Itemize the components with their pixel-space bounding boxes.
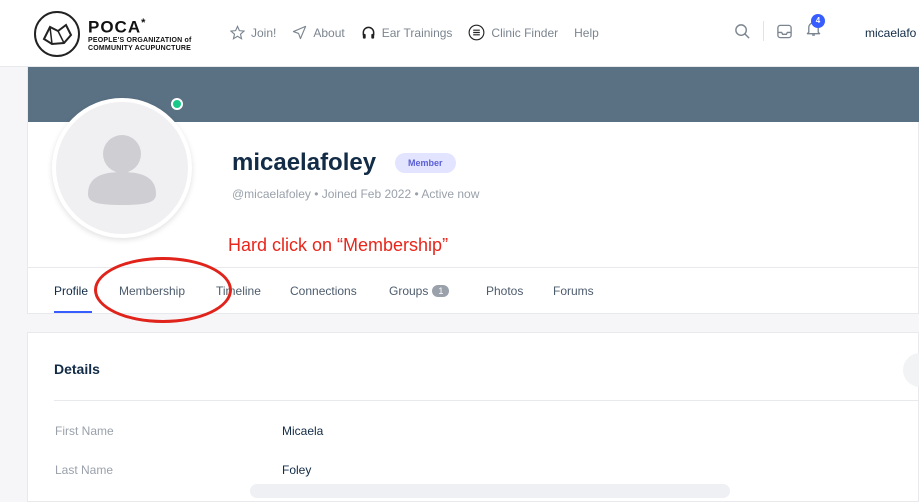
header-actions: 4 xyxy=(734,14,825,42)
nav-ear-trainings-label: Ear Trainings xyxy=(381,25,453,40)
tab-connections[interactable]: Connections xyxy=(290,284,357,298)
send-icon xyxy=(293,25,307,40)
main-nav: Join! About Ear Trainings Clinic Finder … xyxy=(230,24,615,41)
tab-groups[interactable]: Groups 1 xyxy=(389,284,450,298)
headphones-icon xyxy=(362,26,375,39)
header-divider xyxy=(763,21,764,41)
poca-logo-icon[interactable] xyxy=(34,11,80,57)
groups-count-badge: 1 xyxy=(432,285,450,297)
last-name-label: Last Name xyxy=(55,463,114,477)
logo-main-text: POCA xyxy=(88,17,142,37)
logo-subtitle-1: PEOPLE'S ORGANIZATION of xyxy=(88,36,192,44)
user-silhouette-icon xyxy=(88,135,156,205)
last-name-value: Foley xyxy=(282,463,312,477)
profile-card: micaelafoley Member @micaelafoley • Join… xyxy=(27,67,919,314)
notifications-button[interactable]: 4 xyxy=(805,14,825,42)
notification-count-badge: 4 xyxy=(811,14,825,28)
nav-clinic-finder-label: Clinic Finder xyxy=(491,25,559,40)
details-title: Details xyxy=(54,361,100,377)
nav-help[interactable]: Help xyxy=(574,26,599,40)
nav-help-label: Help xyxy=(574,25,599,40)
tab-profile[interactable]: Profile xyxy=(54,284,88,298)
search-icon[interactable] xyxy=(734,23,751,40)
profile-tabs: Profile Membership Timeline Connections … xyxy=(28,267,919,313)
avatar[interactable] xyxy=(52,98,192,238)
online-status-dot xyxy=(171,98,183,110)
details-divider xyxy=(54,400,919,401)
star-icon xyxy=(230,25,245,40)
active-tab-indicator xyxy=(54,311,92,313)
profile-name: micaelafoley xyxy=(232,149,377,176)
nav-join[interactable]: Join! xyxy=(230,25,276,40)
top-header: POCA* PEOPLE'S ORGANIZATION of COMMUNITY… xyxy=(0,0,919,67)
logo-star: * xyxy=(141,17,147,29)
inbox-icon[interactable] xyxy=(776,23,793,40)
tab-forums[interactable]: Forums xyxy=(553,284,594,298)
annotation-instruction: Hard click on “Membership” xyxy=(228,235,449,255)
nav-about-label: About xyxy=(313,25,345,40)
logo-text[interactable]: POCA* PEOPLE'S ORGANIZATION of COMMUNITY… xyxy=(88,14,192,53)
nav-join-label: Join! xyxy=(251,25,277,40)
tab-photos[interactable]: Photos xyxy=(486,284,523,298)
nav-ear-trainings[interactable]: Ear Trainings xyxy=(361,25,453,40)
bottom-overlay xyxy=(250,484,730,498)
logo-subtitle-2: COMMUNITY ACUPUNCTURE xyxy=(88,44,191,52)
tab-membership[interactable]: Membership xyxy=(119,284,185,298)
tab-groups-label: Groups xyxy=(389,284,429,298)
nav-about[interactable]: About xyxy=(292,25,345,40)
user-menu[interactable]: micaelafo xyxy=(865,26,916,40)
member-type-badge[interactable]: Member xyxy=(395,153,456,173)
nav-clinic-finder[interactable]: Clinic Finder xyxy=(468,24,558,41)
details-card: Details First Name Micaela Last Name Fol… xyxy=(27,332,919,502)
first-name-label: First Name xyxy=(55,424,114,438)
first-name-value: Micaela xyxy=(282,424,324,438)
tab-timeline[interactable]: Timeline xyxy=(216,284,261,298)
edit-button[interactable] xyxy=(903,353,919,387)
list-icon xyxy=(468,24,485,41)
profile-meta: @micaelafoley • Joined Feb 2022 • Active… xyxy=(232,187,480,201)
